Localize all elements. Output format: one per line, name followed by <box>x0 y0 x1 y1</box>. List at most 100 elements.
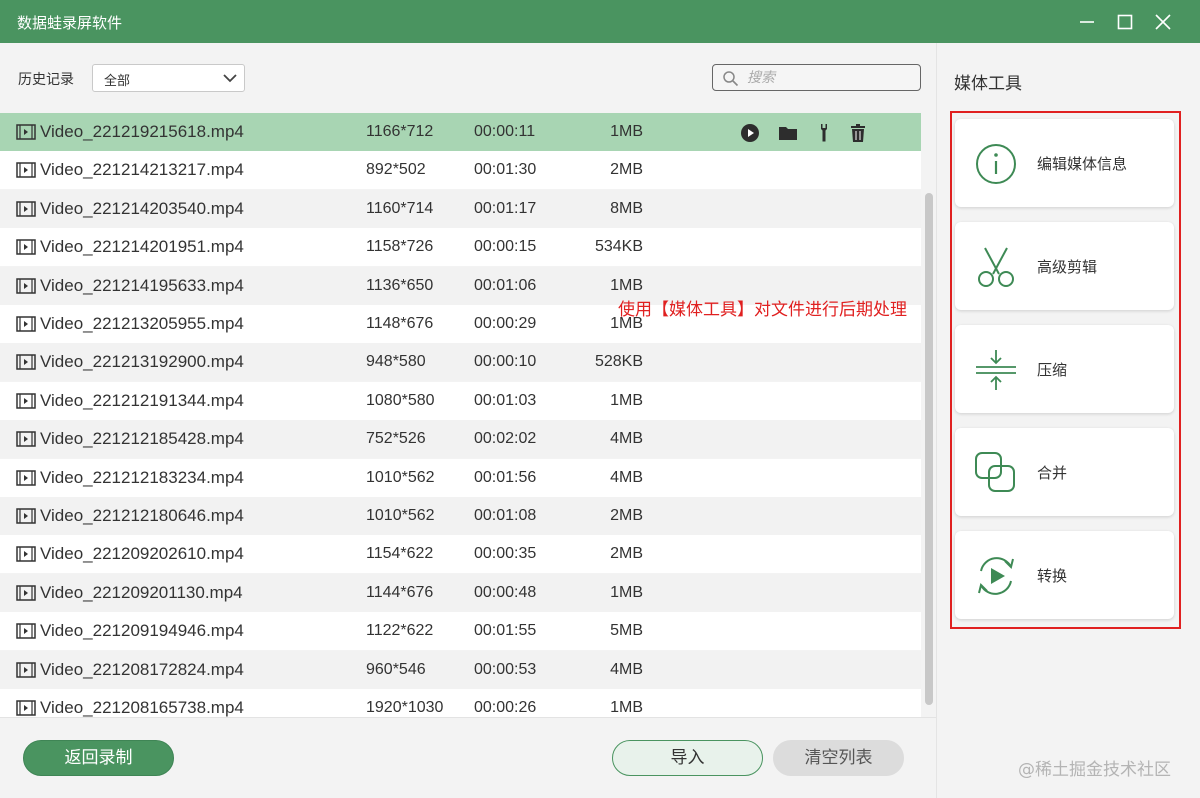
clear-list-button[interactable]: 清空列表 <box>773 740 904 776</box>
file-name: Video_221212180646.mp4 <box>40 506 244 525</box>
video-file-icon <box>16 546 36 562</box>
merge-button[interactable]: 合并 <box>955 428 1174 516</box>
minimize-button[interactable] <box>1073 8 1101 36</box>
file-duration: 00:00:26 <box>474 699 537 716</box>
scissors-icon <box>978 247 1014 287</box>
close-button[interactable] <box>1149 8 1177 36</box>
file-resolution: 1160*714 <box>366 200 434 217</box>
history-pane: 历史记录 全部 Video_221219215618.mp4 1166*712 00… <box>0 43 936 798</box>
video-file-icon <box>16 393 36 409</box>
video-file-icon <box>16 354 36 370</box>
window-title: 数据蛙录屏软件 <box>17 14 123 32</box>
video-file-icon <box>16 508 36 524</box>
file-name: Video_221214195633.mp4 <box>40 276 244 295</box>
file-row[interactable]: Video_221213192900.mp4 948*580 00:00:10 528… <box>0 343 921 381</box>
file-duration: 00:01:56 <box>474 469 537 486</box>
file-duration: 00:01:55 <box>474 622 537 639</box>
import-button[interactable]: 导入 <box>612 740 763 776</box>
video-file-icon <box>16 431 36 447</box>
file-row[interactable]: Video_221219215618.mp4 1166*712 00:00:11 1M… <box>0 113 921 151</box>
file-row[interactable]: Video_221208165738.mp4 1920*1030 00:00:26 1… <box>0 689 921 717</box>
file-row[interactable]: Video_221214213217.mp4 892*502 00:01:30 2MB <box>0 151 921 189</box>
filter-value: 全部 <box>104 74 131 89</box>
file-size: 4MB <box>610 430 643 447</box>
file-duration: 00:00:29 <box>474 315 537 332</box>
file-size: 534KB <box>594 238 643 255</box>
file-row[interactable]: Video_221209201130.mp4 1144*676 00:00:48 1M… <box>0 574 921 612</box>
file-resolution: 948*580 <box>366 353 426 370</box>
info-icon <box>976 144 1016 184</box>
video-file-icon <box>16 239 36 255</box>
file-row[interactable]: Video_221214201951.mp4 1158*726 00:00:15 53… <box>0 228 921 266</box>
tool-label: 转换 <box>1037 567 1068 585</box>
row-actions <box>740 123 870 143</box>
file-name: Video_221212185428.mp4 <box>40 429 244 448</box>
file-resolution: 1136*650 <box>366 277 434 294</box>
file-duration: 00:00:15 <box>474 238 537 255</box>
merge-icon <box>975 452 1015 492</box>
video-file-icon <box>16 470 36 486</box>
tool-label: 压缩 <box>1037 361 1068 379</box>
file-name: Video_221214201951.mp4 <box>40 237 244 256</box>
file-name: Video_221213205955.mp4 <box>40 314 244 333</box>
file-duration: 00:01:06 <box>474 277 537 294</box>
scrollbar-thumb[interactable] <box>925 193 933 705</box>
edit-media-info-button[interactable]: 编辑媒体信息 <box>955 119 1174 207</box>
file-row[interactable]: Video_221212180646.mp4 1010*562 00:01:08 2M… <box>0 497 921 535</box>
file-duration: 00:01:30 <box>474 161 537 178</box>
file-duration: 00:01:03 <box>474 392 537 409</box>
file-size: 528KB <box>594 353 643 370</box>
file-name: Video_221212191344.mp4 <box>40 391 244 410</box>
file-row[interactable]: Video_221208172824.mp4 960*546 00:00:53 4MB <box>0 651 921 689</box>
convert-icon <box>978 557 1014 595</box>
file-row[interactable]: Video_221209194946.mp4 1122*622 00:01:55 5M… <box>0 612 921 650</box>
file-row[interactable]: Video_221212185428.mp4 752*526 00:02:02 4MB <box>0 420 921 458</box>
file-resolution: 1080*580 <box>366 392 435 409</box>
video-file-icon <box>16 316 36 332</box>
video-file-icon <box>16 124 36 140</box>
maximize-button[interactable] <box>1111 8 1139 36</box>
history-filter-dropdown[interactable]: 全部 <box>92 64 245 92</box>
search-box[interactable] <box>712 64 921 91</box>
file-row[interactable]: Video_221212191344.mp4 1080*580 00:01:03 1M… <box>0 382 921 420</box>
file-size: 8MB <box>610 200 643 217</box>
video-file-icon <box>16 278 36 294</box>
file-name: Video_221219215618.mp4 <box>40 122 244 141</box>
minimize-icon <box>1080 21 1094 23</box>
file-resolution: 1010*562 <box>366 469 435 486</box>
media-tools-pane: 媒体工具 编辑媒体信息 高级剪辑 压缩 合并 转换 <box>936 43 1200 798</box>
file-size: 2MB <box>610 545 643 562</box>
file-resolution: 1920*1030 <box>366 699 444 716</box>
search-input[interactable] <box>747 68 912 88</box>
file-resolution: 752*526 <box>366 430 426 447</box>
video-file-icon <box>16 585 36 601</box>
file-row[interactable]: Video_221212183234.mp4 1010*562 00:01:56 4M… <box>0 459 921 497</box>
file-resolution: 892*502 <box>366 161 426 178</box>
compress-icon <box>976 350 1016 390</box>
advanced-edit-button[interactable]: 高级剪辑 <box>955 222 1174 310</box>
trash-icon[interactable] <box>848 123 868 143</box>
file-row[interactable]: Video_221209202610.mp4 1154*622 00:00:35 2M… <box>0 535 921 573</box>
video-file-icon <box>16 700 36 716</box>
play-icon[interactable] <box>740 123 760 143</box>
video-file-icon <box>16 623 36 639</box>
file-duration: 00:00:10 <box>474 353 537 370</box>
file-name: Video_221208172824.mp4 <box>40 660 244 679</box>
file-duration: 00:01:17 <box>474 200 537 217</box>
file-size: 4MB <box>610 661 643 678</box>
file-row[interactable]: Video_221214203540.mp4 1160*714 00:01:17 8M… <box>0 190 921 228</box>
file-resolution: 1148*676 <box>366 315 434 332</box>
tool-label: 编辑媒体信息 <box>1037 155 1128 173</box>
file-resolution: 1010*562 <box>366 507 435 524</box>
file-duration: 00:01:08 <box>474 507 537 524</box>
file-size: 5MB <box>610 622 643 639</box>
file-resolution: 960*546 <box>366 661 426 678</box>
back-to-record-button[interactable]: 返回录制 <box>23 740 174 776</box>
folder-icon[interactable] <box>778 123 798 143</box>
wrench-icon[interactable] <box>815 123 835 143</box>
tool-label: 合并 <box>1037 464 1068 482</box>
file-duration: 00:00:35 <box>474 545 537 562</box>
compress-button[interactable]: 压缩 <box>955 325 1174 413</box>
convert-button[interactable]: 转换 <box>955 531 1174 619</box>
file-name: Video_221214203540.mp4 <box>40 199 244 218</box>
